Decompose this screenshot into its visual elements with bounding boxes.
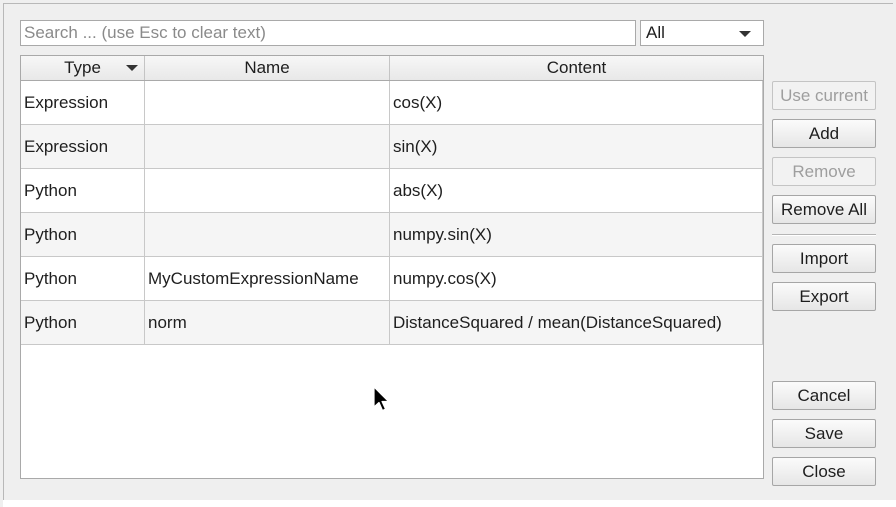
type-filter-dropdown[interactable]: All [640,20,764,46]
cell-type[interactable]: Python [21,169,145,212]
table-header: Type Name Content [21,56,763,81]
column-header-content[interactable]: Content [390,56,763,80]
cell-content[interactable]: DistanceSquared / mean(DistanceSquared) [390,301,763,344]
cell-type[interactable]: Python [21,213,145,256]
bottom-edge [3,500,896,507]
save-button[interactable]: Save [772,419,876,448]
table-row[interactable]: Python MyCustomExpressionName numpy.cos(… [21,257,763,301]
close-button[interactable]: Close [772,457,876,486]
cell-name[interactable] [145,81,390,124]
cell-name[interactable] [145,213,390,256]
cell-name[interactable] [145,125,390,168]
column-header-type[interactable]: Type [21,56,145,80]
column-header-name[interactable]: Name [145,56,390,80]
search-input[interactable] [20,20,636,46]
import-button[interactable]: Import [772,244,876,273]
type-filter-value: All [646,23,665,42]
cancel-button[interactable]: Cancel [772,381,876,410]
cell-content[interactable]: sin(X) [390,125,763,168]
chevron-down-icon [739,31,751,37]
cell-type[interactable]: Expression [21,81,145,124]
expressions-table[interactable]: Type Name Content Expression cos(X) Expr… [20,55,764,479]
table-row[interactable]: Python numpy.sin(X) [21,213,763,257]
cell-name[interactable]: MyCustomExpressionName [145,257,390,300]
table-row[interactable]: Python abs(X) [21,169,763,213]
table-row[interactable]: Python norm DistanceSquared / mean(Dista… [21,301,763,345]
cell-content[interactable]: cos(X) [390,81,763,124]
button-separator [772,234,876,236]
remove-all-button[interactable]: Remove All [772,195,876,224]
cell-content[interactable]: abs(X) [390,169,763,212]
table-row[interactable]: Expression sin(X) [21,125,763,169]
cell-name[interactable] [145,169,390,212]
use-current-button[interactable]: Use current [772,81,876,110]
cell-content[interactable]: numpy.sin(X) [390,213,763,256]
add-button[interactable]: Add [772,119,876,148]
cell-type[interactable]: Python [21,301,145,344]
remove-button[interactable]: Remove [772,157,876,186]
sort-descending-icon [126,65,138,71]
cell-name[interactable]: norm [145,301,390,344]
cell-type[interactable]: Expression [21,125,145,168]
table-row[interactable]: Expression cos(X) [21,81,763,125]
cell-type[interactable]: Python [21,257,145,300]
export-button[interactable]: Export [772,282,876,311]
cell-content[interactable]: numpy.cos(X) [390,257,763,300]
mouse-pointer-icon [373,386,390,412]
